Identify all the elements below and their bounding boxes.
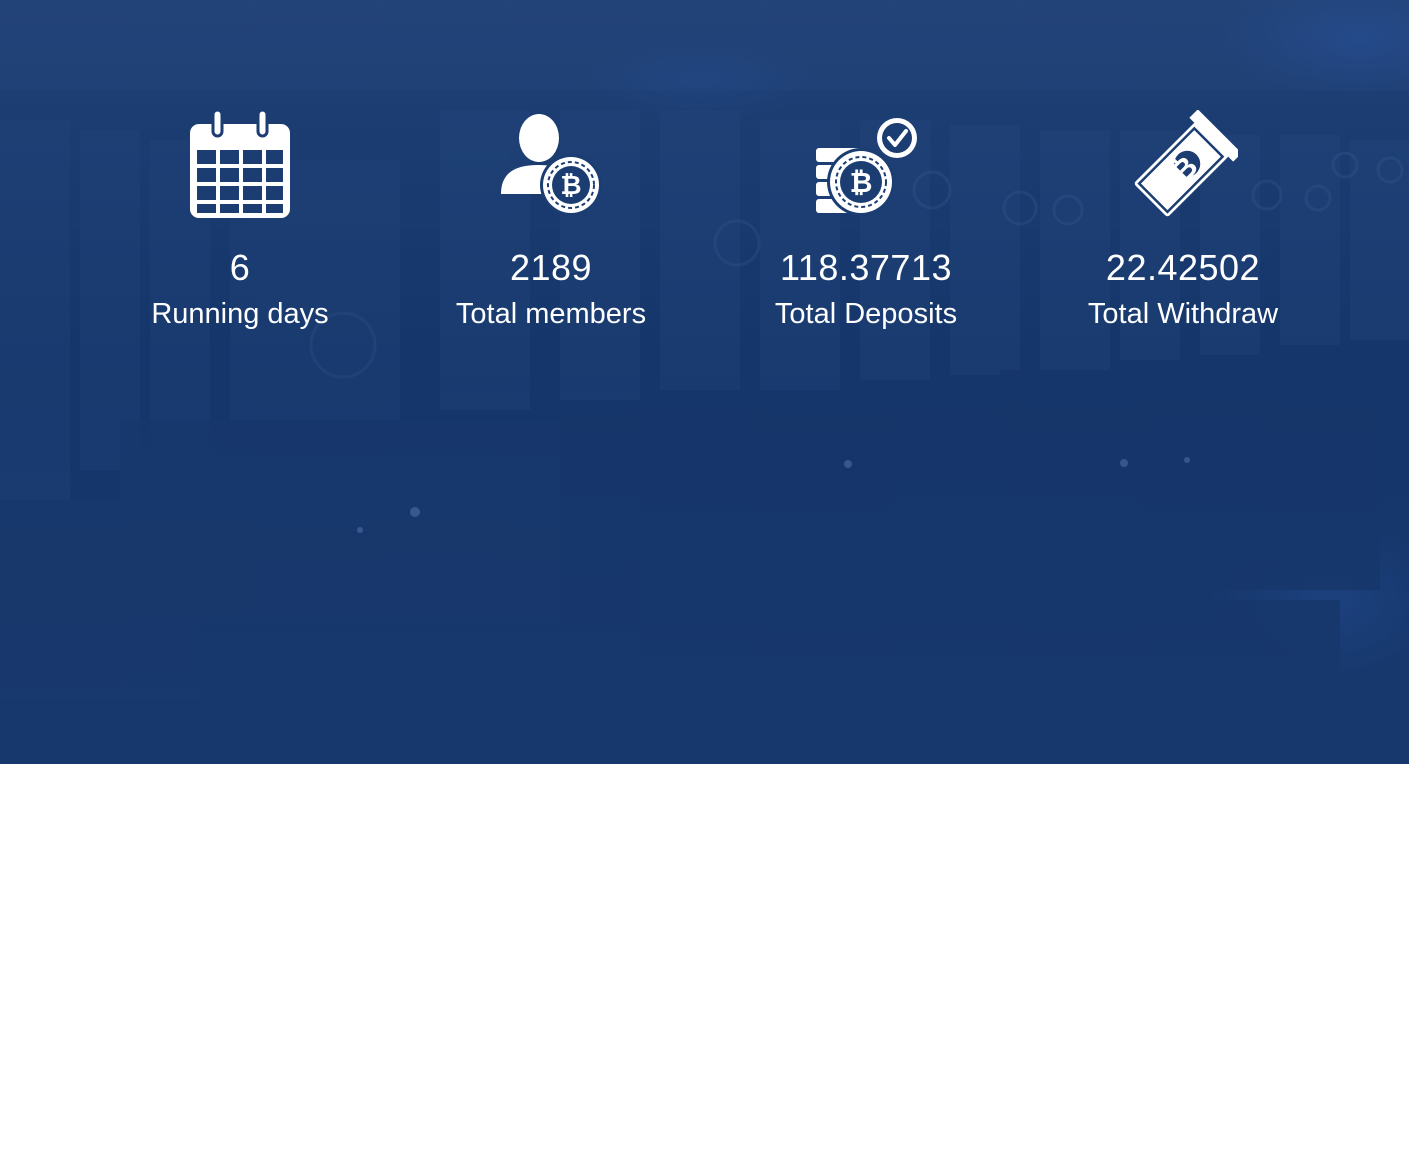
stat-label: Total Deposits <box>774 298 958 330</box>
svg-text:₿: ₿ <box>850 166 873 199</box>
blank-content-area <box>0 764 1409 1153</box>
stat-label: Total Withdraw <box>1087 298 1279 330</box>
stat-value: 22.42502 <box>1105 247 1261 288</box>
stats-row: 6 Running days ₿ 2189 Total members ₿ 11… <box>0 110 1409 350</box>
coin-stack-check-icon: ₿ <box>816 118 917 216</box>
calendar-icon <box>190 110 290 218</box>
stat-total-members: ₿ 2189 Total members <box>401 110 701 350</box>
stat-label: Running days <box>151 298 329 330</box>
stat-value: 2189 <box>509 247 593 288</box>
stat-running-days: 6 Running days <box>90 110 390 350</box>
svg-text:₿: ₿ <box>560 171 581 201</box>
user-bitcoin-icon: ₿ <box>501 114 602 216</box>
bitcoin-ticket-icon: ₿ <box>1134 110 1238 217</box>
stats-hero-section: 6 Running days ₿ 2189 Total members ₿ 11… <box>0 0 1409 764</box>
stat-value: 118.37713 <box>779 247 952 288</box>
stat-total-withdraw: ₿ 22.42502 Total Withdraw <box>1033 110 1333 350</box>
stat-label: Total members <box>455 298 647 330</box>
stat-value: 6 <box>229 247 251 288</box>
stat-total-deposits: ₿ 118.37713 Total Deposits <box>716 110 1016 350</box>
